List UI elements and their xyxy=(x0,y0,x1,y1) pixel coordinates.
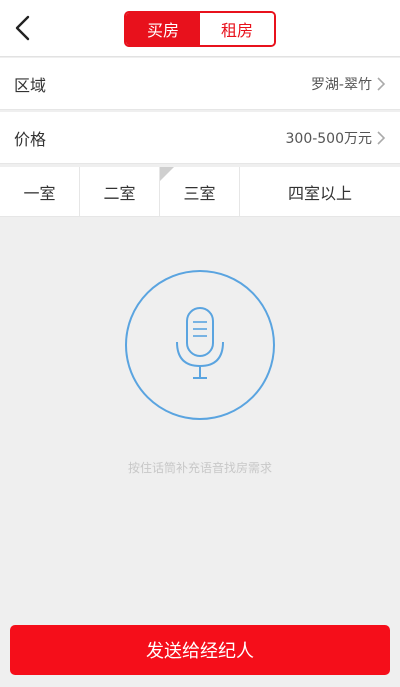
price-filter-row[interactable]: 价格 300-500万元 xyxy=(0,112,400,164)
price-value: 300-500万元 xyxy=(285,130,373,147)
selected-corner-marker xyxy=(160,167,174,181)
room-count-selector: 一室 二室 三室 四室以上 xyxy=(0,167,400,217)
room-option-1[interactable]: 一室 xyxy=(0,167,80,216)
room-option-4-plus[interactable]: 四室以上 xyxy=(240,167,400,216)
tab-buy[interactable]: 买房 xyxy=(126,13,200,45)
voice-record-button[interactable] xyxy=(125,270,275,420)
chevron-right-icon xyxy=(377,76,386,91)
top-bar: 买房 租房 xyxy=(0,0,400,57)
area-filter-row[interactable]: 区域 罗湖-翠竹 xyxy=(0,58,400,110)
buy-rent-toggle: 买房 租房 xyxy=(124,11,276,47)
microphone-icon xyxy=(176,307,224,379)
chevron-right-icon xyxy=(377,130,386,145)
room-option-3-label: 三室 xyxy=(183,183,216,203)
tab-rent[interactable]: 租房 xyxy=(200,13,274,45)
price-value-wrap: 300-500万元 xyxy=(286,128,387,148)
area-value: 罗湖-翠竹 xyxy=(310,76,372,93)
area-value-wrap: 罗湖-翠竹 xyxy=(311,74,386,94)
room-option-3[interactable]: 三室 xyxy=(160,167,240,216)
chevron-left-icon xyxy=(15,15,30,41)
price-label: 价格 xyxy=(14,129,47,149)
room-option-2[interactable]: 二室 xyxy=(80,167,160,216)
send-to-agent-button[interactable]: 发送给经纪人 xyxy=(10,625,390,675)
voice-hint: 按住话筒补充语音找房需求 xyxy=(127,461,272,475)
back-button[interactable] xyxy=(8,13,36,43)
area-label: 区域 xyxy=(14,75,47,95)
